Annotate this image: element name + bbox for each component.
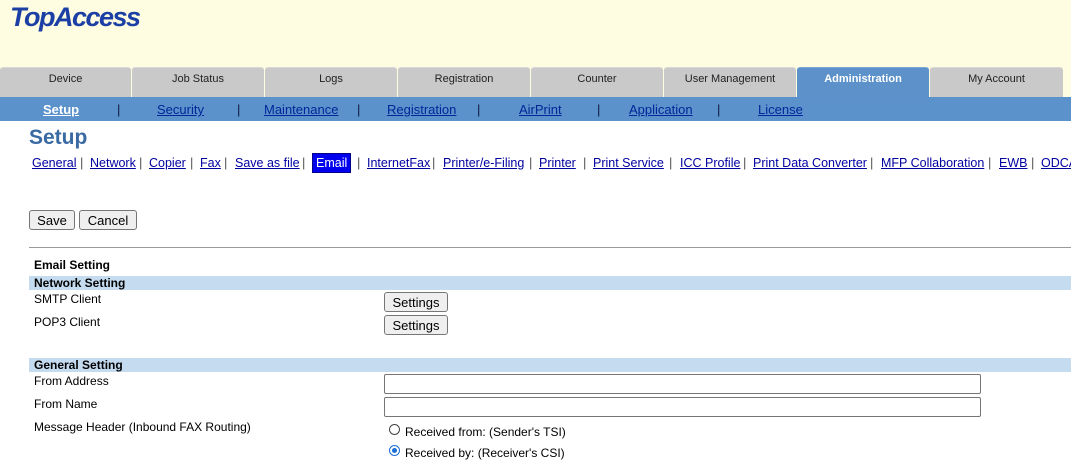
setup-tab-printer[interactable]: Printer (539, 156, 576, 170)
subnav-security[interactable]: Security (157, 102, 204, 117)
received-from-label: Received from: (Sender's TSI) (405, 425, 566, 439)
divider (29, 247, 1071, 248)
message-header-label: Message Header (Inbound FAX Routing) (34, 420, 251, 434)
setup-tab-printer-efiling[interactable]: Printer/e-Filing (443, 156, 524, 170)
subnav-setup[interactable]: Setup (43, 102, 79, 117)
setup-tabs: General | Network | Copier | Fax | Save … (0, 153, 1071, 173)
setup-tab-odca[interactable]: ODCA (1041, 156, 1071, 170)
from-address-input[interactable] (384, 374, 981, 394)
setup-tab-separator: | (224, 155, 228, 170)
main-tabs: Device Job Status Logs Registration Coun… (0, 67, 1071, 97)
setup-tab-network[interactable]: Network (90, 156, 136, 170)
tab-my-account[interactable]: My Account (930, 67, 1063, 97)
subnav-separator: | (117, 102, 121, 117)
tab-device[interactable]: Device (0, 67, 131, 97)
setup-tab-separator: | (80, 155, 84, 170)
subnav-license[interactable]: License (758, 102, 803, 117)
page-title: Setup (29, 126, 88, 149)
save-button[interactable]: Save (29, 210, 75, 230)
general-setting-header: General Setting (29, 358, 1071, 372)
subnav-application[interactable]: Application (629, 102, 693, 117)
subnav-registration[interactable]: Registration (387, 102, 456, 117)
setup-tab-separator: | (1031, 155, 1035, 170)
setup-tab-separator: | (432, 155, 436, 170)
setup-tab-fax[interactable]: Fax (200, 156, 221, 170)
network-setting-header: Network Setting (29, 276, 1071, 290)
subnav-separator: | (477, 102, 481, 117)
tab-job-status[interactable]: Job Status (132, 67, 264, 97)
setup-tab-general[interactable]: General (32, 156, 76, 170)
subnav-separator: | (597, 102, 601, 117)
tab-registration[interactable]: Registration (398, 67, 530, 97)
from-name-input[interactable] (384, 397, 981, 417)
setup-tab-mfp-collaboration[interactable]: MFP Collaboration (881, 156, 984, 170)
setup-tab-separator: | (743, 155, 747, 170)
setup-tab-separator: | (190, 155, 194, 170)
pop3-settings-button[interactable]: Settings (384, 315, 448, 335)
general-setting-title: General Setting (34, 358, 123, 372)
setup-tab-internetfax[interactable]: InternetFax (367, 156, 430, 170)
tab-counter[interactable]: Counter (531, 67, 663, 97)
subnav-airprint[interactable]: AirPrint (519, 102, 562, 117)
setup-tab-separator: | (870, 155, 874, 170)
setup-tab-print-service[interactable]: Print Service (593, 156, 664, 170)
smtp-settings-button[interactable]: Settings (384, 292, 448, 312)
from-address-label: From Address (34, 374, 109, 388)
email-setting-title: Email Setting (34, 258, 111, 272)
setup-tab-separator: | (357, 155, 361, 170)
setup-tab-save-as-file[interactable]: Save as file (235, 156, 300, 170)
subnav-separator: | (237, 102, 241, 117)
setup-tab-icc-profile[interactable]: ICC Profile (680, 156, 740, 170)
network-setting-title: Network Setting (34, 276, 126, 290)
pop3-client-label: POP3 Client (34, 315, 101, 329)
setup-tab-separator: | (529, 155, 533, 170)
setup-tab-separator: | (669, 155, 673, 170)
setup-tab-separator: | (302, 155, 306, 170)
setup-tab-ewb[interactable]: EWB (999, 156, 1027, 170)
setup-tab-separator: | (583, 155, 587, 170)
from-name-label: From Name (34, 397, 98, 411)
setup-tab-print-data-converter[interactable]: Print Data Converter (753, 156, 867, 170)
subnav-separator: | (717, 102, 721, 117)
received-by-radio[interactable] (389, 445, 400, 456)
received-from-radio[interactable] (389, 424, 400, 435)
setup-tab-email[interactable]: Email (312, 153, 352, 173)
subnav-maintenance[interactable]: Maintenance (264, 102, 338, 117)
tab-logs[interactable]: Logs (265, 67, 397, 97)
subnav-separator: | (357, 102, 361, 117)
setup-tab-separator: | (988, 155, 992, 170)
smtp-client-label: SMTP Client (34, 292, 102, 306)
received-by-label: Received by: (Receiver's CSI) (405, 446, 565, 460)
sub-navigation: Setup | Security | Maintenance | Registr… (0, 97, 1071, 121)
topaccess-logo[interactable]: TopAccess (10, 2, 141, 33)
tab-administration[interactable]: Administration (797, 67, 929, 97)
setup-tab-separator: | (139, 155, 143, 170)
cancel-button[interactable]: Cancel (79, 210, 137, 230)
setup-tab-copier[interactable]: Copier (149, 156, 186, 170)
tab-user-management[interactable]: User Management (664, 67, 796, 97)
